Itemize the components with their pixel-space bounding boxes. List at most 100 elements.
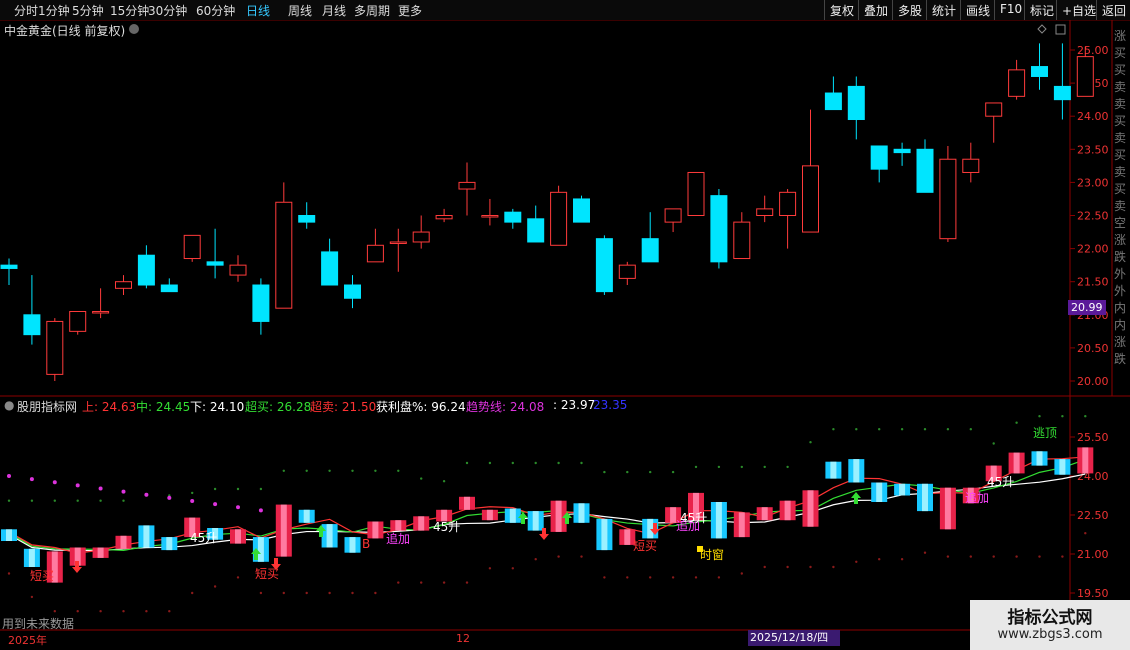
candle-body: [641, 238, 659, 263]
band-dot-upper: [511, 461, 514, 465]
band-dot-upper: [1061, 415, 1064, 418]
band-dot-upper: [717, 465, 721, 469]
ind-bar-highlight: [944, 487, 951, 530]
candle-body: [550, 191, 568, 246]
band-dot-lower: [328, 591, 331, 595]
main-ytick-label: 22.50: [1077, 210, 1109, 223]
future-data-note: 用到未来数据: [2, 617, 75, 631]
band-dot-lower: [809, 565, 812, 569]
band-dot-upper: [878, 428, 881, 431]
sidebar-char: 外: [1114, 267, 1126, 281]
sidebar-char: 空: [1114, 216, 1126, 230]
band-dot-upper: [809, 441, 812, 444]
band-dot-upper: [969, 428, 972, 431]
ind-bar-highlight: [143, 525, 150, 548]
sidebar-char: 卖: [1114, 80, 1126, 94]
candle-body: [92, 310, 110, 314]
band-dot-lower: [694, 576, 698, 579]
band-dot-lower: [900, 558, 904, 561]
sidebar-char: 买: [1114, 182, 1126, 196]
sidebar-char: 买: [1114, 114, 1126, 128]
chart-canvas: 25.0024.5024.0023.5023.0022.5022.0021.50…: [0, 20, 1130, 631]
indicator-legend-item: 上: 24.63: [82, 400, 137, 414]
ind-bar-highlight: [1036, 451, 1043, 466]
ind-bar-highlight: [120, 535, 127, 549]
indicator-annotation: B: [362, 537, 370, 551]
band-dot-lower: [580, 555, 583, 558]
indicator-legend-item: 超卖: 21.50: [310, 400, 377, 414]
ind-bar-highlight: [647, 518, 654, 539]
candle-body: [573, 198, 590, 223]
band-dot-upper: [397, 469, 400, 472]
candle-body: [893, 148, 911, 154]
ind-bar-highlight: [532, 511, 539, 531]
band-dot-lower: [465, 581, 469, 584]
sidebar-char: 涨: [1114, 334, 1126, 349]
candle-body: [504, 211, 522, 223]
ind-bar-highlight: [326, 524, 333, 548]
main-ytick-label: 20.00: [1077, 375, 1109, 388]
band-dot-upper: [282, 469, 285, 472]
indicator-legend-item: 趋势线: 24.08: [466, 400, 545, 414]
indicator-annotation: 时窗: [700, 548, 724, 562]
indicator-toggle-icon[interactable]: ●: [4, 398, 14, 412]
band-dot-upper: [740, 465, 743, 469]
candle-body: [115, 281, 132, 289]
band-dot-lower: [1084, 532, 1087, 535]
sidebar-char: 卖: [1114, 199, 1126, 213]
band-dot-upper: [763, 465, 766, 469]
watermark-title: 指标公式网: [1007, 608, 1093, 628]
band-dot-upper: [420, 477, 423, 480]
main-ytick-label: 24.00: [1077, 110, 1109, 123]
window-icon: [1055, 24, 1066, 35]
sidebar-char: 跌: [1114, 351, 1126, 366]
ind-bar-highlight: [1059, 459, 1066, 475]
ind-bar-highlight: [1013, 452, 1020, 474]
band-dot-lower: [305, 591, 308, 595]
indicator-annotation: 45升: [190, 531, 217, 545]
band-dot-lower: [1015, 555, 1018, 558]
main-ytick-label: 21.50: [1077, 276, 1109, 289]
band-dot-lower: [855, 560, 858, 563]
band-dot-lower: [763, 565, 766, 569]
candle-body: [389, 241, 407, 244]
ind-bar-highlight: [6, 529, 12, 541]
candle-body: [962, 158, 980, 173]
band-dot-lower: [420, 581, 423, 584]
sidebar-char: 买: [1114, 63, 1126, 77]
candle-body: [756, 208, 774, 217]
ind-bar-highlight: [761, 507, 768, 521]
candle-body: [1031, 66, 1048, 77]
sidebar-char: 内: [1114, 301, 1126, 315]
band-dot-lower: [557, 555, 560, 558]
trend-dot: [190, 498, 195, 503]
band-dot-lower: [649, 576, 652, 579]
band-dot-upper: [534, 461, 537, 465]
candle-body: [160, 284, 178, 293]
ind-bar-highlight: [876, 482, 883, 502]
band-dot-upper: [53, 499, 56, 502]
indicator-annotation: 短买: [30, 569, 54, 583]
main-ytick-label: 23.50: [1077, 143, 1109, 156]
candle-body: [985, 102, 1003, 117]
band-dot-lower: [30, 595, 34, 599]
band-dot-lower: [626, 576, 629, 579]
trend-dot: [258, 508, 263, 513]
ind-ytick-label: 25.50: [1077, 431, 1109, 444]
candle-body: [939, 158, 957, 240]
band-dot-upper: [465, 461, 469, 465]
ind-bar-highlight: [899, 483, 906, 496]
sidebar-char: 涨: [1114, 232, 1126, 247]
band-dot-upper: [488, 461, 492, 465]
band-dot-upper: [191, 491, 194, 495]
candle-body: [664, 208, 682, 223]
band-dot-upper: [1038, 415, 1041, 418]
main-ytick-label: 22.00: [1077, 243, 1109, 256]
diamond-icon: [1037, 24, 1047, 34]
indicator-name: 股朋指标网: [17, 400, 78, 414]
ind-bar-highlight: [257, 537, 264, 562]
band-dot-upper: [649, 470, 652, 474]
candle-body: [183, 234, 201, 260]
ind-ytick-label: 21.00: [1077, 548, 1109, 561]
band-dot-upper: [374, 469, 377, 472]
